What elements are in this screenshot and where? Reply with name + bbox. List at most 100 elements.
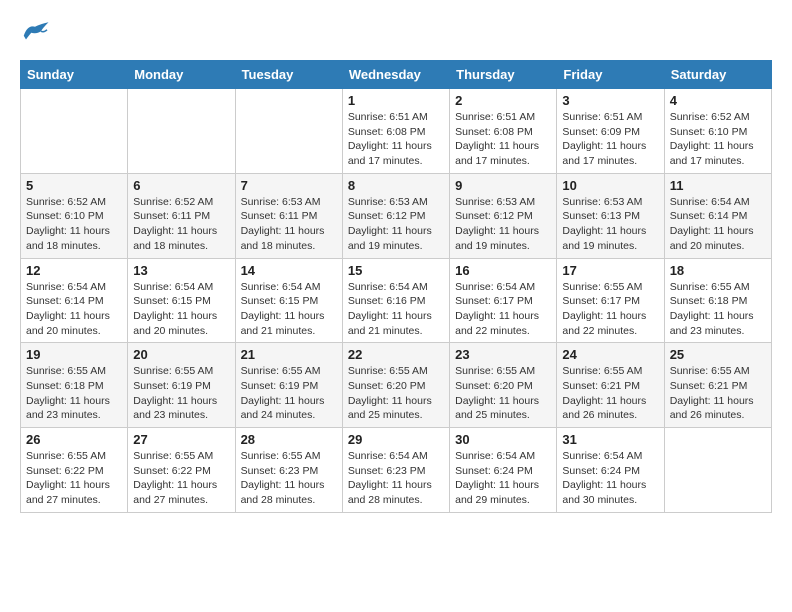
logo bbox=[20, 20, 54, 44]
day-number: 14 bbox=[241, 263, 337, 278]
day-number: 23 bbox=[455, 347, 551, 362]
cell-content: Sunrise: 6:55 AM Sunset: 6:22 PM Dayligh… bbox=[133, 449, 229, 508]
cell-content: Sunrise: 6:54 AM Sunset: 6:24 PM Dayligh… bbox=[455, 449, 551, 508]
calendar-cell: 12 Sunrise: 6:54 AM Sunset: 6:14 PM Dayli… bbox=[21, 258, 128, 343]
cell-content: Sunrise: 6:55 AM Sunset: 6:21 PM Dayligh… bbox=[670, 364, 766, 423]
calendar-cell: 3 Sunrise: 6:51 AM Sunset: 6:09 PM Daylig… bbox=[557, 89, 664, 174]
calendar-cell: 27 Sunrise: 6:55 AM Sunset: 6:22 PM Dayli… bbox=[128, 428, 235, 513]
calendar-cell: 31 Sunrise: 6:54 AM Sunset: 6:24 PM Dayli… bbox=[557, 428, 664, 513]
calendar-week-row: 1 Sunrise: 6:51 AM Sunset: 6:08 PM Daylig… bbox=[21, 89, 772, 174]
calendar-cell bbox=[21, 89, 128, 174]
day-number: 9 bbox=[455, 178, 551, 193]
weekday-header-thursday: Thursday bbox=[450, 61, 557, 89]
calendar-cell: 10 Sunrise: 6:53 AM Sunset: 6:13 PM Dayli… bbox=[557, 173, 664, 258]
weekday-header-sunday: Sunday bbox=[21, 61, 128, 89]
day-number: 12 bbox=[26, 263, 122, 278]
day-number: 21 bbox=[241, 347, 337, 362]
calendar-week-row: 26 Sunrise: 6:55 AM Sunset: 6:22 PM Dayli… bbox=[21, 428, 772, 513]
cell-content: Sunrise: 6:54 AM Sunset: 6:14 PM Dayligh… bbox=[670, 195, 766, 254]
weekday-header-friday: Friday bbox=[557, 61, 664, 89]
day-number: 27 bbox=[133, 432, 229, 447]
calendar-cell: 9 Sunrise: 6:53 AM Sunset: 6:12 PM Daylig… bbox=[450, 173, 557, 258]
cell-content: Sunrise: 6:54 AM Sunset: 6:17 PM Dayligh… bbox=[455, 280, 551, 339]
calendar-cell: 23 Sunrise: 6:55 AM Sunset: 6:20 PM Dayli… bbox=[450, 343, 557, 428]
calendar-cell: 15 Sunrise: 6:54 AM Sunset: 6:16 PM Dayli… bbox=[342, 258, 449, 343]
calendar-cell: 19 Sunrise: 6:55 AM Sunset: 6:18 PM Dayli… bbox=[21, 343, 128, 428]
cell-content: Sunrise: 6:52 AM Sunset: 6:10 PM Dayligh… bbox=[670, 110, 766, 169]
calendar-cell: 29 Sunrise: 6:54 AM Sunset: 6:23 PM Dayli… bbox=[342, 428, 449, 513]
calendar-cell: 17 Sunrise: 6:55 AM Sunset: 6:17 PM Dayli… bbox=[557, 258, 664, 343]
day-number: 3 bbox=[562, 93, 658, 108]
day-number: 17 bbox=[562, 263, 658, 278]
day-number: 15 bbox=[348, 263, 444, 278]
day-number: 20 bbox=[133, 347, 229, 362]
cell-content: Sunrise: 6:54 AM Sunset: 6:24 PM Dayligh… bbox=[562, 449, 658, 508]
day-number: 13 bbox=[133, 263, 229, 278]
day-number: 4 bbox=[670, 93, 766, 108]
calendar-cell: 6 Sunrise: 6:52 AM Sunset: 6:11 PM Daylig… bbox=[128, 173, 235, 258]
weekday-header-monday: Monday bbox=[128, 61, 235, 89]
day-number: 10 bbox=[562, 178, 658, 193]
day-number: 29 bbox=[348, 432, 444, 447]
cell-content: Sunrise: 6:55 AM Sunset: 6:19 PM Dayligh… bbox=[133, 364, 229, 423]
day-number: 1 bbox=[348, 93, 444, 108]
calendar-cell bbox=[235, 89, 342, 174]
calendar-cell bbox=[128, 89, 235, 174]
calendar-cell: 2Sunrise: 6:51 AM Sunset: 6:08 PM Daylig… bbox=[450, 89, 557, 174]
calendar-cell: 1 Sunrise: 6:51 AM Sunset: 6:08 PM Daylig… bbox=[342, 89, 449, 174]
weekday-header-wednesday: Wednesday bbox=[342, 61, 449, 89]
calendar-cell: 7Sunrise: 6:53 AM Sunset: 6:11 PM Daylig… bbox=[235, 173, 342, 258]
cell-content: Sunrise: 6:55 AM Sunset: 6:17 PM Dayligh… bbox=[562, 280, 658, 339]
calendar-week-row: 12 Sunrise: 6:54 AM Sunset: 6:14 PM Dayli… bbox=[21, 258, 772, 343]
calendar-cell: 24Sunrise: 6:55 AM Sunset: 6:21 PM Dayli… bbox=[557, 343, 664, 428]
calendar-cell: 22 Sunrise: 6:55 AM Sunset: 6:20 PM Dayli… bbox=[342, 343, 449, 428]
day-number: 22 bbox=[348, 347, 444, 362]
cell-content: Sunrise: 6:54 AM Sunset: 6:14 PM Dayligh… bbox=[26, 280, 122, 339]
calendar-cell: 5 Sunrise: 6:52 AM Sunset: 6:10 PM Daylig… bbox=[21, 173, 128, 258]
cell-content: Sunrise: 6:55 AM Sunset: 6:18 PM Dayligh… bbox=[26, 364, 122, 423]
calendar-cell: 30 Sunrise: 6:54 AM Sunset: 6:24 PM Dayli… bbox=[450, 428, 557, 513]
day-number: 24 bbox=[562, 347, 658, 362]
cell-content: Sunrise: 6:54 AM Sunset: 6:23 PM Dayligh… bbox=[348, 449, 444, 508]
cell-content: Sunrise: 6:52 AM Sunset: 6:10 PM Dayligh… bbox=[26, 195, 122, 254]
calendar-cell: 8 Sunrise: 6:53 AM Sunset: 6:12 PM Daylig… bbox=[342, 173, 449, 258]
calendar-header-row: SundayMondayTuesdayWednesdayThursdayFrid… bbox=[21, 61, 772, 89]
calendar-cell: 16 Sunrise: 6:54 AM Sunset: 6:17 PM Dayli… bbox=[450, 258, 557, 343]
day-number: 25 bbox=[670, 347, 766, 362]
day-number: 31 bbox=[562, 432, 658, 447]
cell-content: Sunrise: 6:51 AM Sunset: 6:09 PM Dayligh… bbox=[562, 110, 658, 169]
cell-content: Sunrise: 6:54 AM Sunset: 6:15 PM Dayligh… bbox=[133, 280, 229, 339]
cell-content: Sunrise: 6:51 AM Sunset: 6:08 PM Dayligh… bbox=[348, 110, 444, 169]
cell-content: Sunrise: 6:52 AM Sunset: 6:11 PM Dayligh… bbox=[133, 195, 229, 254]
cell-content: Sunrise: 6:55 AM Sunset: 6:23 PM Dayligh… bbox=[241, 449, 337, 508]
weekday-header-tuesday: Tuesday bbox=[235, 61, 342, 89]
cell-content: Sunrise: 6:53 AM Sunset: 6:13 PM Dayligh… bbox=[562, 195, 658, 254]
cell-content: Sunrise: 6:55 AM Sunset: 6:20 PM Dayligh… bbox=[455, 364, 551, 423]
calendar-cell bbox=[664, 428, 771, 513]
day-number: 28 bbox=[241, 432, 337, 447]
day-number: 6 bbox=[133, 178, 229, 193]
day-number: 8 bbox=[348, 178, 444, 193]
calendar-cell: 13 Sunrise: 6:54 AM Sunset: 6:15 PM Dayli… bbox=[128, 258, 235, 343]
day-number: 7 bbox=[241, 178, 337, 193]
cell-content: Sunrise: 6:53 AM Sunset: 6:12 PM Dayligh… bbox=[455, 195, 551, 254]
day-number: 5 bbox=[26, 178, 122, 193]
cell-content: Sunrise: 6:55 AM Sunset: 6:19 PM Dayligh… bbox=[241, 364, 337, 423]
calendar-table: SundayMondayTuesdayWednesdayThursdayFrid… bbox=[20, 60, 772, 513]
day-number: 18 bbox=[670, 263, 766, 278]
cell-content: Sunrise: 6:51 AM Sunset: 6:08 PM Dayligh… bbox=[455, 110, 551, 169]
calendar-cell: 14 Sunrise: 6:54 AM Sunset: 6:15 PM Dayli… bbox=[235, 258, 342, 343]
day-number: 19 bbox=[26, 347, 122, 362]
cell-content: Sunrise: 6:55 AM Sunset: 6:20 PM Dayligh… bbox=[348, 364, 444, 423]
cell-content: Sunrise: 6:54 AM Sunset: 6:16 PM Dayligh… bbox=[348, 280, 444, 339]
day-number: 26 bbox=[26, 432, 122, 447]
calendar-cell: 21 Sunrise: 6:55 AM Sunset: 6:19 PM Dayli… bbox=[235, 343, 342, 428]
day-number: 30 bbox=[455, 432, 551, 447]
calendar-cell: 26Sunrise: 6:55 AM Sunset: 6:22 PM Dayli… bbox=[21, 428, 128, 513]
cell-content: Sunrise: 6:53 AM Sunset: 6:12 PM Dayligh… bbox=[348, 195, 444, 254]
day-number: 11 bbox=[670, 178, 766, 193]
calendar-week-row: 19 Sunrise: 6:55 AM Sunset: 6:18 PM Dayli… bbox=[21, 343, 772, 428]
day-number: 16 bbox=[455, 263, 551, 278]
calendar-cell: 25 Sunrise: 6:55 AM Sunset: 6:21 PM Dayli… bbox=[664, 343, 771, 428]
cell-content: Sunrise: 6:54 AM Sunset: 6:15 PM Dayligh… bbox=[241, 280, 337, 339]
